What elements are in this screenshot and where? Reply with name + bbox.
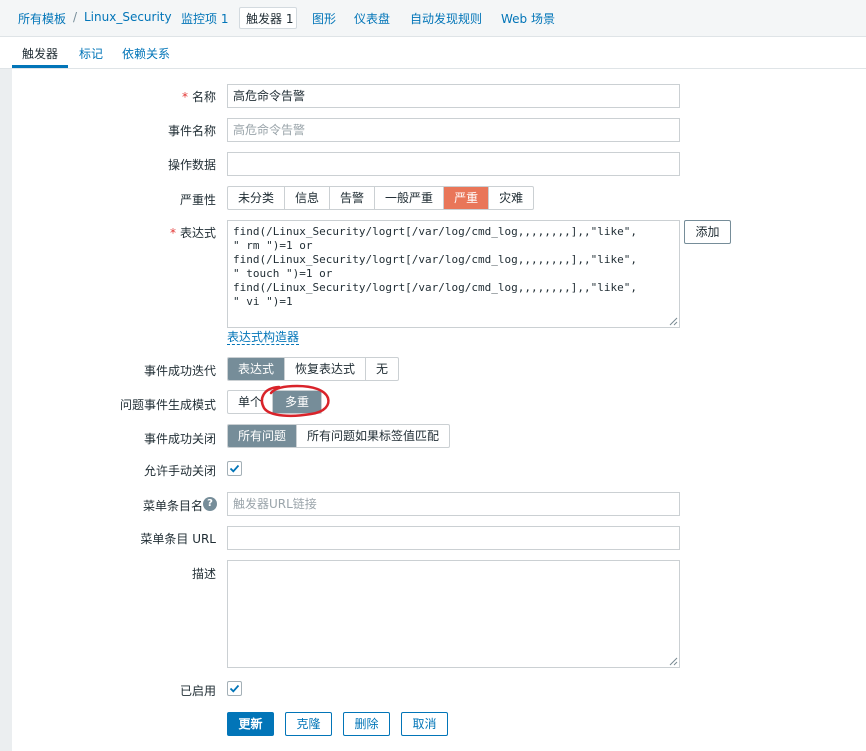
nav-triggers-label: 触发器 1 <box>246 12 294 26</box>
clone-button[interactable]: 克隆 <box>285 712 332 736</box>
checkmark-icon <box>229 464 240 473</box>
expression-text: find(/Linux_Security/logrt[/var/log/cmd_… <box>233 225 637 308</box>
nav-items[interactable]: 监控项 1 <box>181 10 228 27</box>
nav-web-scenarios[interactable]: Web 场景 <box>501 10 555 27</box>
expression-constructor-link[interactable]: 表达式构造器 <box>227 330 300 345</box>
delete-button[interactable]: 删除 <box>343 712 390 736</box>
help-icon[interactable]: ? <box>203 497 217 511</box>
ok-closes-selector: 所有问题 所有问题如果标签值匹配 <box>227 424 451 448</box>
opdata-label: 操作数据 <box>167 158 216 172</box>
expression-textarea[interactable]: find(/Linux_Security/logrt[/var/log/cmd_… <box>227 220 680 328</box>
tab-dependencies[interactable]: 依赖关系 <box>122 45 170 62</box>
manual-close-label: 允许手动关闭 <box>143 464 216 478</box>
severity-information[interactable]: 信息 <box>285 187 331 209</box>
active-tab-indicator <box>12 65 68 68</box>
severity-warning[interactable]: 告警 <box>330 187 376 209</box>
expression-label: * 表达式 <box>170 224 216 241</box>
cancel-button[interactable]: 取消 <box>401 712 448 736</box>
ok-closes-all-problems[interactable]: 所有问题 <box>228 425 298 447</box>
menu-entry-url-input[interactable] <box>227 526 680 550</box>
ok-closes-tag-match[interactable]: 所有问题如果标签值匹配 <box>297 425 449 447</box>
nav-discovery-rules[interactable]: 自动发现规则 <box>410 10 482 27</box>
breadcrumb-host[interactable]: Linux_Security <box>84 10 172 24</box>
form-tabs: 触发器 标记 依赖关系 <box>0 37 866 69</box>
nav-graphs[interactable]: 图形 <box>312 10 336 27</box>
menu-entry-name-label: 菜单条目名 <box>142 499 203 513</box>
enabled-label: 已启用 <box>179 684 216 698</box>
ok-event-expression[interactable]: 表达式 <box>228 358 286 380</box>
severity-disaster[interactable]: 灾难 <box>489 187 533 209</box>
severity-average[interactable]: 一般严重 <box>375 187 445 209</box>
severity-label: 严重性 <box>179 193 216 207</box>
tab-trigger[interactable]: 触发器 <box>22 45 58 62</box>
checkmark-icon <box>229 684 240 693</box>
enabled-checkbox[interactable] <box>227 681 242 696</box>
opdata-input[interactable] <box>227 152 680 176</box>
name-label-text: 名称 <box>191 90 216 104</box>
severity-high[interactable]: 严重 <box>444 187 490 209</box>
resize-grip-icon[interactable] <box>669 317 678 326</box>
ok-closes-label: 事件成功关闭 <box>143 432 216 446</box>
ok-event-generation-label: 事件成功迭代 <box>143 364 216 378</box>
event-name-label: 事件名称 <box>167 124 216 138</box>
update-button[interactable]: 更新 <box>227 712 274 736</box>
expression-label-text: 表达式 <box>179 226 216 240</box>
nav-dashboards[interactable]: 仪表盘 <box>354 10 390 27</box>
description-label: 描述 <box>191 567 216 581</box>
manual-close-checkbox[interactable] <box>227 461 242 476</box>
severity-not-classified[interactable]: 未分类 <box>228 187 286 209</box>
breadcrumb-nav: 所有模板 / Linux_Security 监控项 1 触发器 1 图形 仪表盘… <box>0 0 866 37</box>
menu-entry-name-input[interactable]: 触发器URL链接 <box>227 492 680 516</box>
required-mark: * <box>181 90 188 104</box>
name-label: * 名称 <box>182 88 216 105</box>
annotation-circle <box>260 384 330 418</box>
tab-tags[interactable]: 标记 <box>79 45 103 62</box>
add-expression-button[interactable]: 添加 <box>684 220 731 244</box>
resize-grip-icon[interactable] <box>669 657 678 666</box>
event-name-input[interactable]: 高危命令告警 <box>227 118 680 142</box>
severity-selector: 未分类 信息 告警 一般严重 严重 灾难 <box>227 186 535 210</box>
ok-event-generation-selector: 表达式 恢复表达式 无 <box>227 357 400 381</box>
breadcrumb-separator: / <box>73 10 78 24</box>
ok-event-recovery-expression[interactable]: 恢复表达式 <box>285 358 367 380</box>
problem-mode-label: 问题事件生成模式 <box>119 398 216 412</box>
description-textarea[interactable] <box>227 560 680 668</box>
ok-event-none[interactable]: 无 <box>366 358 398 380</box>
nav-triggers-active[interactable]: 触发器 1 <box>239 7 297 29</box>
breadcrumb-all-templates[interactable]: 所有模板 <box>18 10 66 27</box>
menu-entry-url-label: 菜单条目 URL <box>140 532 216 546</box>
name-input[interactable]: 高危命令告警 <box>227 84 680 108</box>
required-mark: * <box>169 226 176 240</box>
